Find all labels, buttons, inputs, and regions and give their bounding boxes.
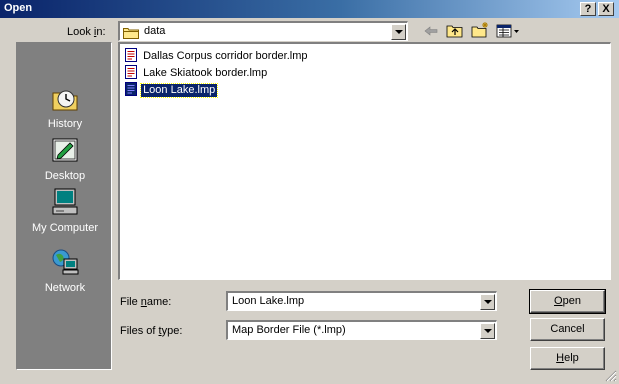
lmp-file-icon [124, 82, 138, 99]
file-name-text: Dallas Corpus corridor border.lmp [143, 50, 308, 62]
file-type-value: Map Border File (*.lmp) [232, 324, 346, 336]
open-button[interactable]: Open [529, 289, 606, 314]
size-grip[interactable] [604, 369, 617, 382]
folder-icon [123, 26, 139, 42]
desktop-icon [17, 135, 113, 168]
network-icon [17, 247, 113, 280]
lmp-file-icon [124, 48, 138, 65]
window-title: Open [4, 2, 33, 14]
file-type-dropdown-button[interactable] [480, 323, 495, 339]
back-arrow-icon[interactable] [420, 21, 442, 41]
new-folder-icon[interactable] [469, 21, 491, 41]
my-computer-icon [17, 187, 113, 220]
file-name-value: Loon Lake.lmp [232, 295, 305, 307]
place-my-computer-label: My Computer [31, 222, 99, 234]
file-name-text: Loon Lake.lmp [140, 83, 219, 98]
title-bar[interactable]: Open ? X [0, 0, 619, 18]
file-name-dropdown-button[interactable] [480, 294, 495, 310]
look-in-dropdown-button[interactable] [391, 24, 406, 40]
file-name-text: Lake Skiatook border.lmp [143, 67, 268, 79]
history-icon [17, 83, 113, 116]
place-my-computer[interactable]: My Computer [17, 187, 113, 234]
file-type-label: Files of type: [120, 325, 183, 337]
file-name-input[interactable]: Loon Lake.lmp [226, 291, 497, 311]
lmp-file-icon [124, 65, 138, 82]
place-history[interactable]: History [17, 83, 113, 130]
help-button[interactable]: Help [530, 347, 605, 370]
list-item[interactable]: Lake Skiatook border.lmp [124, 65, 269, 79]
look-in-combobox[interactable]: data [118, 21, 408, 41]
help-title-button[interactable]: ? [580, 2, 596, 16]
look-in-label: Look in: [67, 26, 106, 38]
place-history-label: History [47, 118, 83, 130]
up-one-level-icon[interactable] [444, 21, 466, 41]
place-desktop-label: Desktop [44, 170, 86, 182]
file-list[interactable]: Dallas Corpus corridor border.lmp Lake S… [118, 42, 611, 280]
places-bar: History Desktop My Computer Network [16, 42, 112, 370]
list-item[interactable]: Dallas Corpus corridor border.lmp [124, 48, 310, 62]
file-name-label: File name: [120, 296, 172, 308]
list-item-selected[interactable]: Loon Lake.lmp [124, 82, 219, 99]
views-menu-icon[interactable] [494, 21, 524, 41]
place-network[interactable]: Network [17, 247, 113, 294]
close-button[interactable]: X [598, 2, 614, 16]
cancel-button[interactable]: Cancel [530, 318, 605, 341]
place-network-label: Network [44, 282, 86, 294]
look-in-value: data [144, 25, 166, 37]
file-type-select[interactable]: Map Border File (*.lmp) [226, 320, 497, 340]
place-desktop[interactable]: Desktop [17, 135, 113, 182]
